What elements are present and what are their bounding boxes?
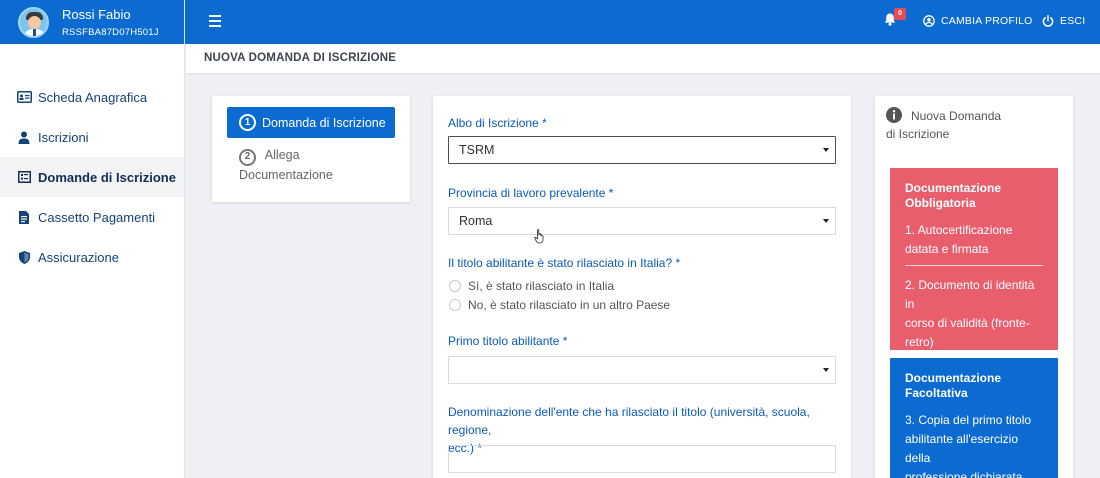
- change-profile-button[interactable]: CAMBIA PROFILO: [923, 15, 1033, 27]
- logout-button[interactable]: ESCI: [1042, 15, 1085, 27]
- radio-italia-si[interactable]: Sì, è stato rilasciato in Italia: [449, 279, 614, 293]
- divider: [905, 265, 1043, 266]
- doc-item-text: professione dichiarata: [905, 470, 1023, 478]
- doc-item-text: corso di validità (fronte-: [905, 316, 1030, 330]
- sidebar-item-label: Iscrizioni: [38, 129, 89, 145]
- radio-label: No, è stato rilasciato in un altro Paese: [468, 298, 671, 312]
- sidebar-item-scheda-anagrafica[interactable]: Scheda Anagrafica: [0, 77, 184, 117]
- shield-icon: [16, 250, 32, 264]
- user-circle-icon: [923, 15, 935, 27]
- top-bar: 0 CAMBIA PROFILO ESCI: [185, 0, 1100, 44]
- primo-titolo-select[interactable]: [448, 356, 836, 384]
- ente-input[interactable]: [448, 445, 836, 473]
- user-name: Rossi Fabio: [62, 6, 131, 22]
- application-form: Albo di Iscrizione * TSRM Provincia di l…: [433, 96, 851, 478]
- info-title-line2: di Iscrizione: [886, 127, 950, 141]
- caret-down-icon: [823, 148, 829, 152]
- radio-italia-no[interactable]: No, è stato rilasciato in un altro Paese: [449, 298, 670, 312]
- avatar: [18, 6, 49, 38]
- radio-button[interactable]: [449, 280, 461, 292]
- mandatory-docs-title-line1: Documentazione: [905, 181, 1002, 195]
- notification-count-badge: 0: [894, 8, 906, 20]
- optional-docs-title-line1: Documentazione: [905, 371, 1002, 385]
- doc-item-text: 1. Autocertificazione: [905, 223, 1013, 237]
- albo-label: Albo di Iscrizione *: [448, 116, 547, 130]
- provincia-label: Provincia di lavoro prevalente *: [448, 186, 614, 200]
- doc-item-text: retro): [905, 335, 934, 349]
- step-label-line2: Documentazione: [239, 167, 333, 182]
- doc-item-text: 2. Documento di identità in: [905, 278, 1035, 311]
- albo-select[interactable]: TSRM: [448, 136, 836, 164]
- radio-button[interactable]: [449, 299, 461, 311]
- step-domanda-di-iscrizione[interactable]: 1 Domanda di Iscrizione: [227, 107, 395, 138]
- document-icon: [16, 210, 32, 224]
- doc-item-text: 3. Copia del primo titolo: [905, 413, 1032, 427]
- ente-label-line1: Denominazione dell'ente che ha rilasciat…: [448, 405, 810, 437]
- menu-toggle-icon[interactable]: [209, 15, 221, 27]
- sidebar-item-cassetto-pagamenti[interactable]: Cassetto Pagamenti: [0, 197, 184, 237]
- step-allega-documentazione[interactable]: 2 Allega Documentazione: [239, 146, 399, 184]
- sidebar-item-label: Scheda Anagrafica: [38, 89, 148, 105]
- info-icon: [886, 107, 902, 127]
- page-title: NUOVA DOMANDA DI ISCRIZIONE: [204, 52, 397, 64]
- optional-docs-box: Documentazione Facoltativa 3. Copia del …: [890, 358, 1058, 478]
- logout-label: ESCI: [1060, 15, 1086, 27]
- doc-item-text: datata e firmata: [905, 242, 989, 256]
- power-icon: [1042, 15, 1054, 27]
- optional-docs-title: Documentazione Facoltativa: [905, 371, 1043, 401]
- user-profile: Rossi Fabio RSSFBA87D07H501J: [0, 0, 184, 44]
- mandatory-doc-item: 2. Documento di identità in corso di val…: [905, 276, 1043, 352]
- sidebar-item-domande-di-iscrizione[interactable]: Domande di Iscrizione: [0, 157, 184, 197]
- mandatory-doc-item: 1. Autocertificazione datata e firmata: [905, 221, 1043, 259]
- form-icon: [16, 171, 32, 183]
- sidebar-item-label: Assicurazione: [38, 249, 119, 265]
- hand-pointer-icon: [534, 229, 546, 249]
- step-label: Allega: [264, 148, 300, 162]
- steps-card: 1 Domanda di Iscrizione 2 Allega Documen…: [212, 96, 410, 202]
- sidebar-item-assicurazione[interactable]: Assicurazione: [0, 237, 184, 277]
- change-profile-label: CAMBIA PROFILO: [941, 15, 1033, 27]
- titolo-italia-label: Il titolo abilitante è stato rilasciato …: [448, 256, 681, 270]
- user-icon: [16, 131, 32, 144]
- mandatory-docs-title-line2: Obbligatoria: [905, 196, 976, 210]
- albo-value: TSRM: [459, 143, 495, 157]
- info-title-line1: Nuova Domanda: [911, 109, 1002, 124]
- mandatory-docs-box: Documentazione Obbligatoria 1. Autocerti…: [890, 168, 1058, 350]
- mandatory-docs-title: Documentazione Obbligatoria: [905, 181, 1043, 211]
- info-panel: Nuova Domanda di Iscrizione Documentazio…: [875, 96, 1073, 478]
- info-title: Nuova Domanda di Iscrizione: [886, 107, 1001, 142]
- sidebar-item-label: Domande di Iscrizione: [38, 169, 176, 185]
- sidebar: Rossi Fabio RSSFBA87D07H501J Scheda Anag…: [0, 0, 185, 478]
- caret-down-icon: [823, 368, 829, 372]
- step-number: 2: [239, 148, 256, 166]
- optional-docs-title-line2: Facoltativa: [905, 386, 968, 400]
- radio-label: Sì, è stato rilasciato in Italia: [468, 279, 615, 293]
- notifications-bell-icon[interactable]: 0: [884, 8, 906, 31]
- sidebar-nav: Scheda Anagrafica Iscrizioni Domande di …: [0, 77, 184, 277]
- optional-doc-item: 3. Copia del primo titolo abilitante all…: [905, 411, 1043, 478]
- primo-titolo-label: Primo titolo abilitante *: [448, 334, 568, 348]
- sidebar-item-iscrizioni[interactable]: Iscrizioni: [0, 117, 184, 157]
- sidebar-item-label: Cassetto Pagamenti: [38, 209, 156, 225]
- caret-down-icon: [823, 219, 829, 223]
- id-card-icon: [16, 91, 32, 103]
- doc-item-text: abilitante all'esercizio della: [905, 432, 1019, 465]
- provincia-value: Roma: [459, 214, 493, 228]
- page-header: NUOVA DOMANDA DI ISCRIZIONE: [186, 44, 1100, 73]
- step-number: 1: [239, 114, 256, 131]
- step-label: Domanda di Iscrizione: [262, 115, 386, 130]
- user-fiscal-code: RSSFBA87D07H501J: [62, 26, 159, 38]
- provincia-select[interactable]: Roma: [448, 207, 836, 235]
